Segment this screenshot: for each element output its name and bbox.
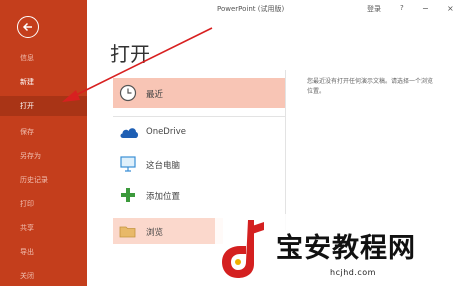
watermark-logo [222,220,264,278]
watermark-text: 宝安教程网 [276,233,416,264]
watermark-url: hcjhd.com [330,268,376,277]
